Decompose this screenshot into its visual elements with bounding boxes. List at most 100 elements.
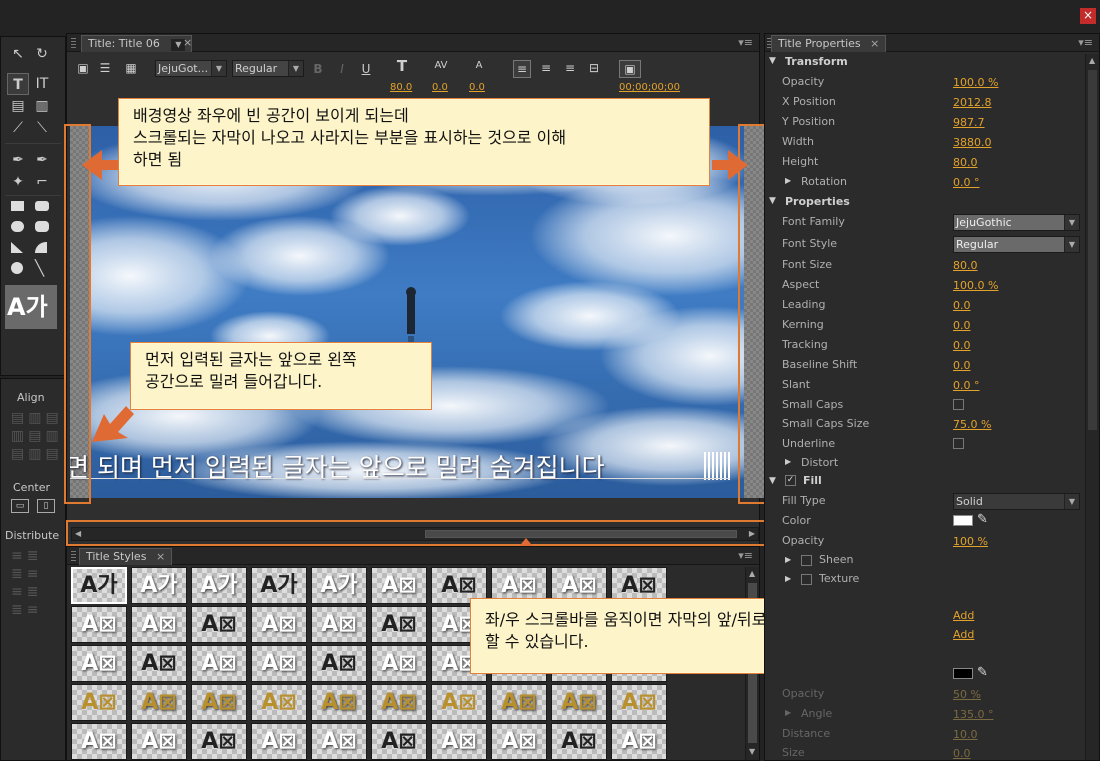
rotation-value[interactable]: 0.0 °: [953, 176, 980, 189]
collapse-triangle-icon[interactable]: ▼: [769, 196, 776, 206]
rectangle-tool-icon[interactable]: [11, 201, 24, 211]
align-center-icon[interactable]: ≡: [537, 60, 555, 76]
style-swatch[interactable]: A⊠: [71, 645, 127, 682]
font-size-value[interactable]: 80.0: [390, 82, 412, 93]
style-swatch[interactable]: A⊠: [191, 645, 247, 682]
panel-grip-icon[interactable]: [71, 38, 76, 48]
style-swatch[interactable]: A⊠: [311, 684, 367, 721]
style-swatch[interactable]: A⊠: [191, 684, 247, 721]
style-swatch[interactable]: A⊠: [371, 684, 427, 721]
vertical-type-tool-icon[interactable]: IT: [31, 73, 53, 95]
eyedropper-icon[interactable]: ✎: [977, 512, 988, 527]
underline-button[interactable]: U: [359, 61, 373, 77]
center-vertical-icon[interactable]: ▯: [37, 499, 55, 513]
underline-checkbox[interactable]: [953, 438, 964, 449]
width-value[interactable]: 3880.0: [953, 136, 992, 149]
y-position-value[interactable]: 987.7: [953, 116, 985, 129]
properties-scrollbar-thumb[interactable]: [1088, 70, 1097, 430]
type-tool-icon[interactable]: T: [7, 73, 29, 95]
slant-value[interactable]: 0.0 °: [953, 379, 980, 392]
style-swatch[interactable]: A⊠: [611, 723, 667, 760]
style-swatch[interactable]: A⊠: [371, 606, 427, 643]
properties-tab-close-icon[interactable]: ×: [870, 37, 879, 50]
tracking-value[interactable]: 0.0: [953, 339, 971, 352]
style-swatch[interactable]: A⊠: [371, 567, 427, 604]
line-tool-icon[interactable]: ╲: [35, 261, 51, 277]
style-swatch[interactable]: A⊠: [71, 684, 127, 721]
pen-tool-icon[interactable]: ✒: [7, 149, 29, 171]
convert-anchor-tool-icon[interactable]: ⌐: [31, 171, 53, 193]
arc-tool-icon[interactable]: [35, 242, 47, 253]
distribute-icons-grid[interactable]: ≡≣ ≣≡ ≡≣ ≣≡: [11, 547, 55, 627]
shadow-opacity-value[interactable]: 50 %: [953, 688, 981, 701]
fill-color-swatch[interactable]: [953, 515, 973, 526]
selection-tool-icon[interactable]: ↖: [7, 43, 29, 65]
style-swatch[interactable]: A⊠: [191, 723, 247, 760]
new-title-icon[interactable]: ▣: [75, 60, 91, 76]
center-horizontal-icon[interactable]: ▭: [11, 499, 29, 513]
window-close-button[interactable]: ×: [1080, 8, 1096, 24]
style-swatch[interactable]: A⊠: [491, 684, 547, 721]
texture-checkbox[interactable]: [801, 574, 812, 585]
kerning-value[interactable]: 0.0: [953, 319, 971, 332]
ellipse-tool-icon[interactable]: [11, 262, 23, 274]
roll-crawl-options-icon[interactable]: ☰: [97, 60, 113, 76]
font-size-value[interactable]: 80.0: [953, 259, 978, 272]
style-swatch[interactable]: A⊠: [131, 645, 187, 682]
collapse-triangle-icon[interactable]: ▼: [769, 56, 776, 66]
height-value[interactable]: 80.0: [953, 156, 978, 169]
scroll-down-icon[interactable]: ▼: [749, 747, 755, 756]
add-inner-stroke-link[interactable]: Add: [953, 609, 974, 622]
expand-triangle-icon[interactable]: ▶: [785, 574, 791, 583]
style-swatch[interactable]: A⊠: [131, 684, 187, 721]
wedge-tool-icon[interactable]: [11, 242, 23, 253]
baseline-shift-value[interactable]: 0.0: [953, 359, 971, 372]
style-swatch[interactable]: A⊠: [251, 645, 307, 682]
x-position-value[interactable]: 2012.8: [953, 96, 992, 109]
style-swatch[interactable]: A⊠: [251, 723, 307, 760]
style-swatch[interactable]: A가: [191, 567, 247, 604]
style-swatch[interactable]: A⊠: [131, 606, 187, 643]
scroll-up-icon[interactable]: ▲: [749, 569, 755, 578]
properties-scrollbar[interactable]: ▲: [1085, 54, 1099, 760]
timecode-value[interactable]: 00;00;00;00: [619, 82, 680, 93]
style-swatch[interactable]: A⊠: [251, 606, 307, 643]
distance-value[interactable]: 10.0: [953, 728, 978, 741]
style-swatch[interactable]: A⊠: [71, 723, 127, 760]
add-anchor-tool-icon[interactable]: ✦: [7, 171, 29, 193]
font-family-dropdown[interactable]: JejuGot... ▼: [155, 60, 227, 77]
add-outer-stroke-link[interactable]: Add: [953, 628, 974, 641]
tab-title-properties[interactable]: Title Properties ×: [771, 35, 887, 52]
style-swatch[interactable]: A⊠: [371, 645, 427, 682]
panel-grip-icon[interactable]: [71, 551, 76, 561]
bold-button[interactable]: B: [311, 61, 325, 77]
collapse-triangle-icon[interactable]: ▼: [769, 476, 776, 486]
italic-button[interactable]: I: [335, 61, 349, 77]
leading-value[interactable]: 0.0: [469, 82, 485, 93]
font-style-select[interactable]: Regular ▼: [953, 236, 1080, 253]
styles-tab-close-icon[interactable]: ×: [156, 550, 165, 563]
leading-value[interactable]: 0.0: [953, 299, 971, 312]
align-right-icon[interactable]: ≡: [561, 60, 579, 76]
tab-title-styles[interactable]: Title Styles ×: [79, 548, 173, 565]
size-value[interactable]: 0.0: [953, 747, 971, 760]
style-swatch[interactable]: A가: [311, 567, 367, 604]
angle-value[interactable]: 135.0 °: [953, 708, 994, 721]
tab-title-06[interactable]: Title: Title 06 ▼: [81, 35, 193, 52]
align-icons-grid[interactable]: ▤▥▤ ▥▤▥ ▤▥▤: [11, 409, 59, 469]
small-caps-size-value[interactable]: 75.0 %: [953, 418, 991, 431]
style-swatch[interactable]: A⊠: [431, 684, 487, 721]
area-type-tool-icon[interactable]: ▤: [7, 95, 29, 117]
path-type-tool-icon[interactable]: ⟋: [7, 117, 29, 139]
shadow-color-swatch[interactable]: [953, 668, 973, 679]
clipped-corner-tool-icon[interactable]: [11, 221, 24, 232]
kerning-value[interactable]: 0.0: [432, 82, 448, 93]
style-swatch[interactable]: A⊠: [191, 606, 247, 643]
sheen-checkbox[interactable]: [801, 555, 812, 566]
font-family-select[interactable]: JejuGothic ▼: [953, 214, 1080, 231]
small-caps-checkbox[interactable]: [953, 399, 964, 410]
title-tab-close-icon[interactable]: ×: [183, 36, 192, 49]
style-swatch[interactable]: A⊠: [551, 723, 607, 760]
align-left-icon[interactable]: ≡: [513, 60, 531, 78]
style-swatch[interactable]: A⊠: [551, 684, 607, 721]
